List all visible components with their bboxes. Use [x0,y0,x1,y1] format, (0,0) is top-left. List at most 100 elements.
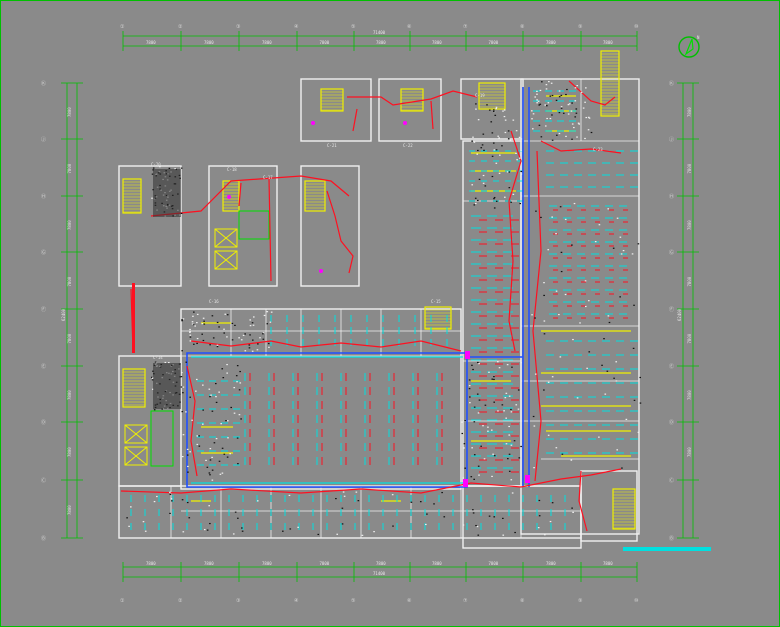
device-mark [227,420,229,422]
axis-label-top: ④ [294,24,299,30]
device-mark [551,114,553,116]
device-mark [517,389,520,391]
device-mark [508,453,511,455]
device-mark [198,445,201,447]
device-mark [239,370,241,373]
device-mark [241,530,244,532]
device-mark [249,325,252,327]
device-mark [238,414,241,416]
dim-left-seg: 7800 [67,107,72,117]
device-mark [558,96,561,98]
device-mark [565,135,567,138]
axis-label-left: Ⓒ [41,477,46,484]
axis-label-top: ② [178,24,183,30]
floor-plan-svg: ① ① ② ② ③ ③ ④ ④ ⑤ ⑤ ⑥ ⑥ ⑦ ⑦ ⑧ ⑧ ⑨ ⑨ ⑩ ⑩ Ⓚ Ⓚ Ⓙ Ⓙ Ⓗ Ⓗ Ⓖ Ⓖ Ⓕ Ⓕ Ⓔ Ⓔ Ⓓ Ⓓ Ⓒ Ⓒ Ⓑ Ⓑ 71… [41,24,711,604]
device-mark [341,523,344,525]
north-arrow-icon: N [678,35,700,58]
axis-label-bottom: ⑩ [634,598,639,604]
device-mark [604,393,607,395]
axis-label-right: Ⓑ [669,535,674,542]
device-mark [240,339,243,341]
axis-label-bottom: ⑦ [463,598,468,604]
device-mark [211,315,214,317]
device-mark [215,438,218,440]
device-mark [198,435,200,437]
room-tag: C-23 [593,147,603,152]
device-mark [541,81,543,83]
device-mark [498,137,500,139]
device-mark [463,443,466,445]
device-mark [477,149,479,152]
device-mark [464,467,467,469]
dim-bottom-seg: 7800 [320,561,330,566]
device-mark [625,418,628,421]
device-mark [482,182,485,184]
device-mark [235,375,238,377]
device-mark [488,109,491,111]
device-mark [231,322,234,325]
device-mark [558,132,561,135]
device-mark [470,476,473,478]
device-mark [211,469,214,471]
device-mark [191,321,194,323]
dim-bottom-seg: 7800 [262,561,272,566]
device-mark [633,304,635,306]
device-mark [494,114,497,116]
device-mark [214,382,217,385]
device-mark [590,131,593,134]
device-mark [249,319,252,321]
room-tag: C-15 [431,299,441,304]
axis-label-left: Ⓖ [41,249,46,256]
device-mark [587,300,590,302]
device-mark [491,475,493,478]
axis-label-left: Ⓕ [41,306,46,313]
device-mark [240,418,242,420]
device-mark [468,379,471,381]
device-mark [229,453,232,455]
device-mark [181,411,184,413]
device-mark [533,467,535,469]
device-mark [513,440,516,442]
device-mark [410,501,413,503]
device-mark [537,100,540,102]
device-mark [571,244,573,246]
device-mark [503,109,506,111]
device-mark [619,236,622,238]
device-mark [209,522,211,525]
device-mark [575,108,578,110]
device-mark [503,115,506,118]
device-mark [196,337,199,340]
device-mark [510,411,513,413]
device-mark [251,350,254,352]
device-mark [481,144,484,146]
device-mark [571,102,573,104]
device-mark [478,399,481,401]
device-mark [186,448,189,450]
device-mark [501,404,504,406]
device-mark [180,371,183,374]
device-mark [558,313,560,316]
green-shaft [150,410,174,467]
device-mark [520,170,523,173]
device-mark [239,382,242,384]
dim-top-seg: 7800 [546,40,556,45]
axis-label-top: ③ [236,24,241,30]
device-mark [208,388,211,390]
device-mark [473,204,476,206]
device-mark [584,137,586,140]
device-mark [472,512,475,514]
device-mark [426,513,428,515]
device-mark [268,346,270,348]
device-mark [474,197,477,199]
device-mark [493,455,496,457]
device-mark [509,139,512,141]
axis-label-right: Ⓕ [669,306,674,313]
device-mark [531,110,533,112]
device-mark [242,334,245,336]
device-mark [517,408,520,410]
device-mark [251,322,254,324]
dim-right-seg: 7800 [687,163,692,173]
device-mark [196,435,199,437]
device-mark [508,434,511,436]
device-mark [227,437,229,439]
